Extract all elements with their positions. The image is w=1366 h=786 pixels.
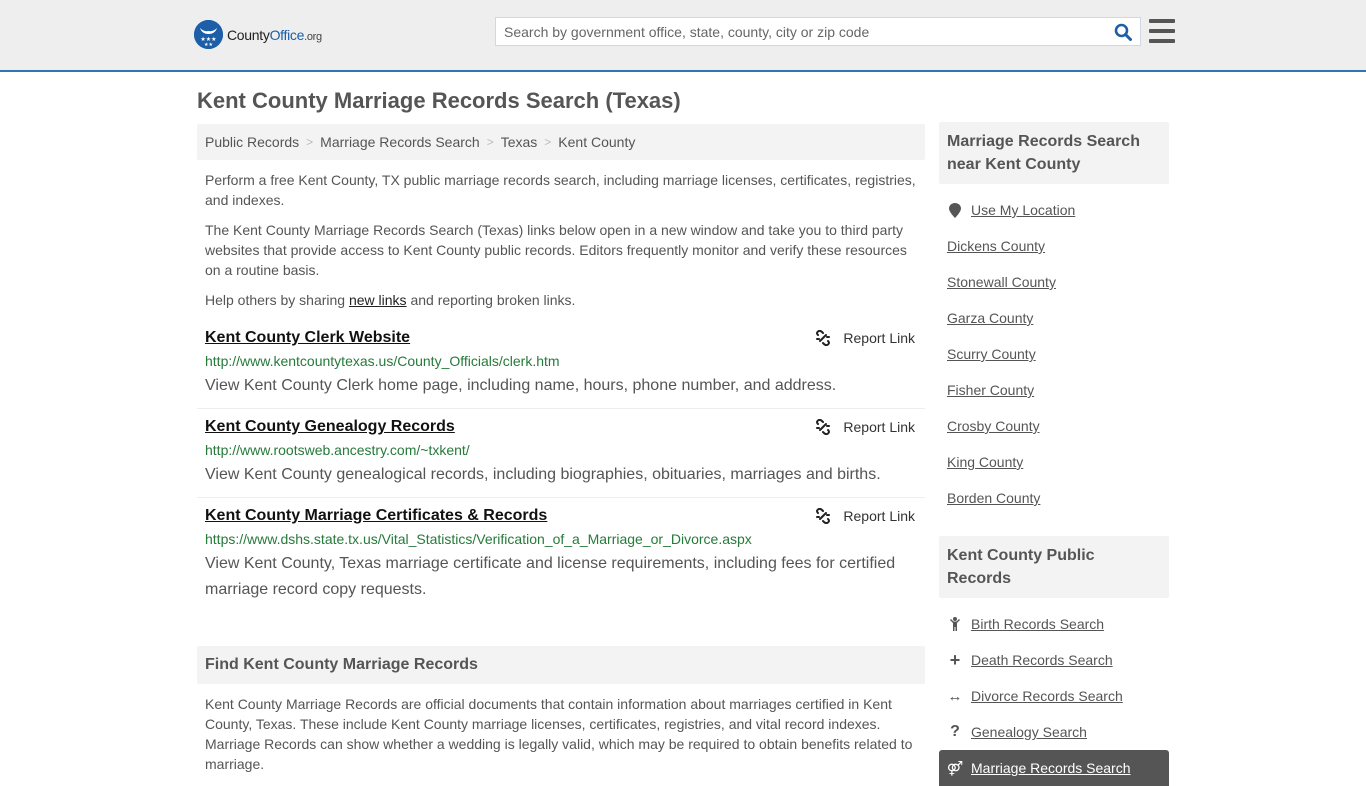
public-record-item: ? Genealogy Search: [947, 714, 1161, 750]
intro-paragraph: The Kent County Marriage Records Search …: [205, 222, 907, 278]
breadcrumb: Public Records > Marriage Records Search…: [197, 124, 925, 160]
nearby-list: Use My Location Dickens County Stonewall…: [939, 184, 1169, 516]
result-item: Kent County Clerk Website Report Link ht…: [197, 320, 925, 409]
result-url: https://www.dshs.state.tx.us/Vital_Stati…: [205, 531, 752, 547]
nearby-county-link[interactable]: Scurry County: [947, 346, 1036, 362]
broken-link-icon: [816, 419, 831, 435]
report-link-button[interactable]: Report Link: [815, 330, 915, 346]
result-description: View Kent County Clerk home page, includ…: [205, 377, 837, 394]
site-logo[interactable]: ★★★ ★★ CountyOffice.org: [194, 20, 322, 49]
breadcrumb-marriage-records-search[interactable]: Marriage Records Search: [320, 134, 480, 150]
result-description: View Kent County genealogical records, i…: [205, 466, 881, 483]
hamburger-menu-icon[interactable]: [1149, 19, 1175, 43]
birth-records-link[interactable]: Birth Records Search: [971, 616, 1104, 632]
search-bar: [495, 17, 1141, 46]
map-marker-icon: [947, 202, 963, 218]
breadcrumb-public-records[interactable]: Public Records: [205, 134, 299, 150]
result-item: Kent County Marriage Certificates & Reco…: [197, 498, 925, 612]
result-title-link[interactable]: Kent County Marriage Certificates & Reco…: [205, 506, 547, 526]
breadcrumb-separator: >: [306, 135, 314, 149]
result-item: Kent County Genealogy Records Report Lin…: [197, 409, 925, 498]
report-link-button[interactable]: Report Link: [815, 508, 915, 524]
nearby-county-item: King County: [947, 444, 1161, 480]
new-links-link[interactable]: new links: [349, 292, 407, 308]
use-my-location-link[interactable]: Use My Location: [971, 202, 1075, 218]
page-title: Kent County Marriage Records Search (Tex…: [197, 88, 681, 113]
share-links-text: Help others by sharing new links and rep…: [205, 292, 576, 308]
public-records-heading: Kent County Public Records: [939, 536, 1169, 598]
nearby-county-link[interactable]: Stonewall County: [947, 274, 1056, 290]
result-description: View Kent County, Texas marriage certifi…: [205, 555, 896, 598]
nearby-county-link[interactable]: King County: [947, 454, 1023, 470]
nearby-county-item: Dickens County: [947, 228, 1161, 264]
active-marriage-records-item[interactable]: ⚤ Marriage Records Search: [939, 750, 1169, 786]
result-url: http://www.rootsweb.ancestry.com/~txkent…: [205, 442, 470, 458]
report-link-button[interactable]: Report Link: [815, 419, 915, 435]
arrows-h-icon: ↔: [947, 687, 963, 705]
broken-link-icon: [816, 330, 831, 346]
nearby-county-item: Fisher County: [947, 372, 1161, 408]
marriage-icon: ⚤: [946, 759, 964, 776]
eagle-logo-icon: ★★★ ★★: [194, 20, 223, 49]
breadcrumb-separator: >: [544, 135, 552, 149]
site-header: ★★★ ★★ CountyOffice.org: [0, 0, 1366, 72]
death-records-link[interactable]: Death Records Search: [971, 652, 1113, 668]
nearby-county-link[interactable]: Fisher County: [947, 382, 1034, 398]
use-my-location-item: Use My Location: [947, 192, 1161, 228]
nearby-county-item: Borden County: [947, 480, 1161, 516]
nearby-county-item: Garza County: [947, 300, 1161, 336]
svg-text:★★: ★★: [204, 42, 213, 48]
nearby-county-link[interactable]: Dickens County: [947, 238, 1045, 254]
divorce-records-link[interactable]: Divorce Records Search: [971, 688, 1123, 704]
public-record-item: Birth Records Search: [947, 606, 1161, 642]
sidebar: Marriage Records Search near Kent County…: [939, 122, 1169, 786]
result-title-link[interactable]: Kent County Clerk Website: [205, 328, 410, 348]
find-records-heading: Find Kent County Marriage Records: [197, 646, 925, 684]
find-records-body: Kent County Marriage Records are officia…: [205, 696, 913, 772]
main-content: Public Records > Marriage Records Search…: [197, 124, 925, 784]
nearby-county-link[interactable]: Borden County: [947, 490, 1040, 506]
breadcrumb-separator: >: [486, 135, 494, 149]
intro-text: Perform a free Kent County, TX public ma…: [197, 160, 925, 310]
nearby-county-item: Stonewall County: [947, 264, 1161, 300]
question-icon: ?: [950, 723, 960, 740]
search-button[interactable]: [1106, 18, 1140, 45]
nearby-county-link[interactable]: Crosby County: [947, 418, 1040, 434]
nearby-county-link[interactable]: Garza County: [947, 310, 1033, 326]
public-records-list: Birth Records Search + Death Records Sea…: [939, 598, 1169, 750]
plus-icon: +: [949, 649, 961, 670]
broken-link-icon: [816, 508, 831, 524]
logo-text: CountyOffice.org: [227, 26, 322, 43]
public-record-item: + Death Records Search: [947, 642, 1161, 678]
child-icon: [947, 617, 963, 631]
breadcrumb-kent-county: Kent County: [558, 134, 636, 150]
search-icon: [1114, 23, 1132, 41]
marriage-records-link[interactable]: Marriage Records Search: [971, 760, 1131, 776]
intro-paragraph: Perform a free Kent County, TX public ma…: [205, 172, 916, 208]
genealogy-search-link[interactable]: Genealogy Search: [971, 724, 1087, 740]
nearby-heading: Marriage Records Search near Kent County: [939, 122, 1169, 184]
search-input[interactable]: [496, 18, 1106, 45]
result-title-link[interactable]: Kent County Genealogy Records: [205, 417, 455, 437]
public-record-item: ↔ Divorce Records Search: [947, 678, 1161, 714]
breadcrumb-texas[interactable]: Texas: [501, 134, 538, 150]
nearby-county-item: Crosby County: [947, 408, 1161, 444]
result-url: http://www.kentcountytexas.us/County_Off…: [205, 353, 560, 369]
nearby-county-item: Scurry County: [947, 336, 1161, 372]
